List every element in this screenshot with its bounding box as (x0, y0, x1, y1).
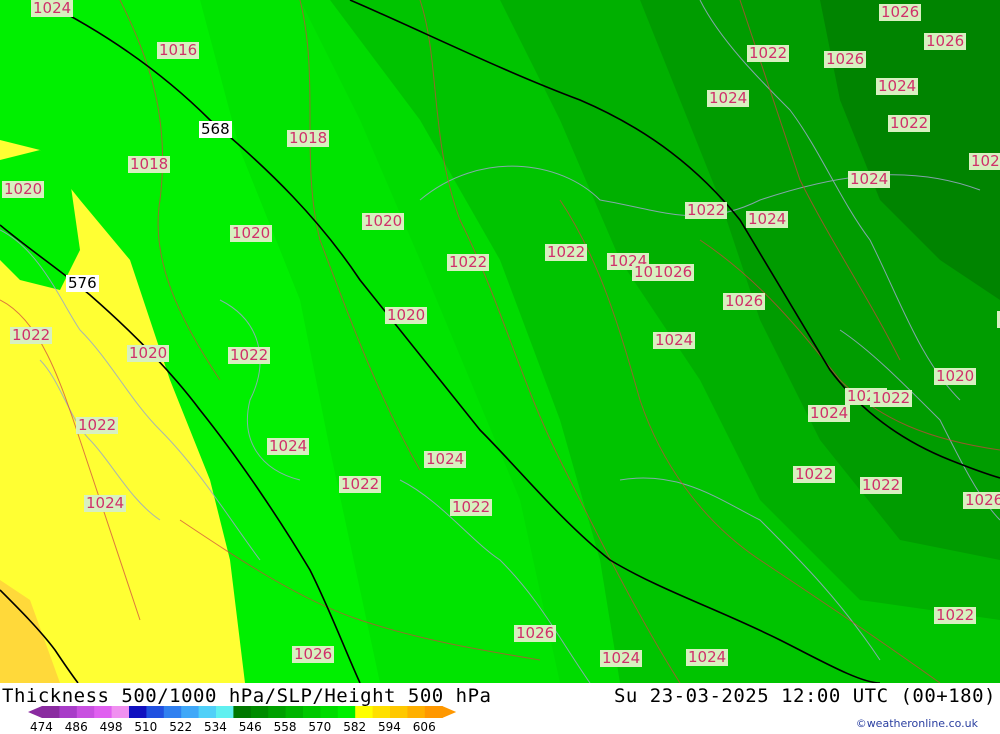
pressure-label: 1024 (808, 404, 851, 422)
pressure-label: 1024 (424, 450, 467, 468)
map-title: Thickness 500/1000 hPa/SLP/Height 500 hP… (2, 685, 492, 707)
pressure-label: 1022 (76, 416, 119, 434)
scale-swatch (337, 706, 356, 718)
pressure-label: 1020 (362, 212, 405, 230)
scale-swatch (390, 706, 408, 718)
pressure-label: 1022 (228, 346, 271, 364)
scale-tick-label: 474 (30, 720, 53, 734)
pressure-label: 1026 (924, 32, 967, 50)
pressure-label: 1026 (963, 492, 1000, 509)
scale-tick-label: 606 (412, 720, 436, 734)
pressure-label: 1022 (450, 498, 493, 516)
scale-swatch (407, 706, 426, 718)
scale-tick-label: 498 (99, 720, 123, 734)
scale-swatch (285, 706, 304, 718)
scale-tick-label: 558 (273, 720, 297, 734)
pressure-label: 1024 (653, 331, 696, 349)
scale-tick-label: 486 (64, 720, 88, 734)
scale-swatch (42, 706, 60, 718)
scale-tick-label: 594 (378, 720, 401, 734)
pressure-label: 1018 (287, 129, 330, 147)
pressure-label: 1024 (876, 77, 919, 95)
scale-swatch (163, 706, 182, 718)
pressure-label: 1022 (545, 243, 588, 261)
pressure-label: 1018 (128, 155, 171, 173)
pressure-label: 1022 (447, 253, 490, 271)
scale-swatch (372, 706, 391, 718)
credit-link[interactable]: ©weatheronline.co.uk (856, 717, 978, 730)
height-label-576: 576 (66, 274, 99, 292)
scale-swatch (94, 706, 113, 718)
pressure-label: 1024 (267, 437, 310, 455)
pressure-label: 1026 (292, 645, 335, 663)
pressure-label: 1024 (707, 89, 750, 107)
scale-arrow-right (442, 706, 457, 718)
pressure-label: 1022 (685, 201, 728, 219)
scale-tick-label: 570 (308, 720, 332, 734)
pressure-label: 1026 (824, 50, 867, 68)
scale-swatch (129, 706, 147, 718)
pressure-label: 1022 (870, 389, 913, 407)
pressure-label: 1026 (723, 292, 766, 310)
scale-swatch (303, 706, 321, 718)
scale-tick-label: 534 (204, 720, 227, 734)
pressure-label: 1026 (652, 263, 695, 281)
scale-swatch (250, 706, 269, 718)
scale-swatch (76, 706, 95, 718)
pressure-label: 1022 (793, 465, 836, 483)
pressure-label: 1022 (10, 326, 53, 344)
color-scale (28, 706, 457, 718)
pressure-label: 1022 (888, 114, 931, 132)
pressure-label: 1020 (127, 344, 170, 362)
scale-swatch (146, 706, 165, 718)
pressure-label: 1022 (860, 476, 903, 494)
pressure-label: 1024 (84, 494, 127, 512)
pressure-label: 1020 (385, 306, 428, 324)
scale-arrow-left (28, 706, 42, 718)
pressure-label: 1022 (339, 475, 382, 493)
map-datetime: Su 23-03-2025 12:00 UTC (00+180) (613, 685, 996, 707)
pressure-label: 1016 (157, 41, 200, 59)
pressure-label: 1024 (746, 210, 789, 228)
pressure-label: 1024 (31, 0, 74, 17)
pressure-label: 1024 (969, 153, 1000, 170)
pressure-label: 1020 (230, 224, 273, 242)
scale-swatch (320, 706, 339, 718)
map-footer: Thickness 500/1000 hPa/SLP/Height 500 hP… (0, 683, 1000, 734)
pressure-label: 1020 (2, 180, 45, 198)
scale-tick-label: 522 (169, 720, 193, 734)
pressure-label: 1024 (686, 648, 729, 666)
scale-swatch (268, 706, 287, 718)
scale-swatch (111, 706, 130, 718)
pressure-label: 1024 (600, 649, 643, 667)
scale-tick-label: 546 (238, 720, 262, 734)
pressure-label: 1020 (934, 367, 977, 385)
pressure-label: 1022 (747, 44, 790, 62)
pressure-label: 1024 (848, 170, 891, 188)
height-label-568: 568 (199, 120, 232, 138)
pressure-label: 1026 (514, 624, 557, 642)
scale-swatch (355, 706, 374, 718)
scale-swatch (216, 706, 234, 718)
scale-swatch (233, 706, 252, 718)
weather-map (0, 0, 1000, 683)
scale-swatch (424, 706, 443, 718)
pressure-label: 1026 (879, 3, 922, 21)
scale-swatch (181, 706, 200, 718)
scale-tick-label: 582 (343, 720, 367, 734)
scale-swatch (59, 706, 78, 718)
scale-swatch (198, 706, 217, 718)
pressure-label: 1022 (934, 606, 977, 624)
scale-tick-label: 510 (134, 720, 158, 734)
